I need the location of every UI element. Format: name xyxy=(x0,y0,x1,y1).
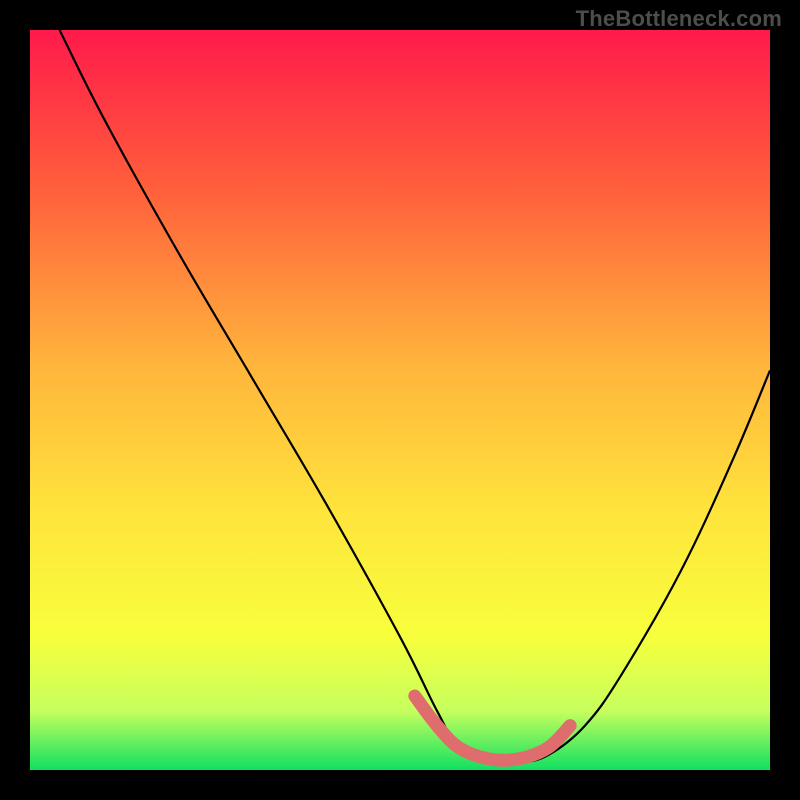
chart-frame: TheBottleneck.com xyxy=(0,0,800,800)
watermark: TheBottleneck.com xyxy=(576,6,782,32)
bottleneck-chart xyxy=(30,30,770,770)
gradient-background xyxy=(30,30,770,770)
